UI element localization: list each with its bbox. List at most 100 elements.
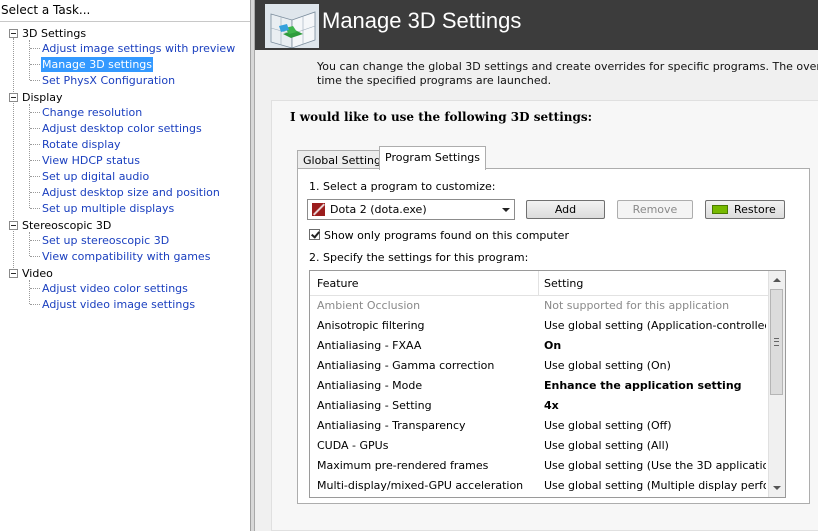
tree-group-3d-settings[interactable]: 3D Settings xyxy=(9,25,86,41)
setting-cell[interactable]: Use global setting (Use the 3D applicati… xyxy=(544,459,766,472)
setting-cell[interactable]: On xyxy=(544,339,766,352)
tree-connector xyxy=(30,192,40,193)
tree-connector xyxy=(30,112,40,113)
tree-item-change-resolution[interactable]: Change resolution xyxy=(41,105,143,120)
show-only-label[interactable]: Show only programs found on this compute… xyxy=(324,229,569,242)
feature-cell: Anisotropic filtering xyxy=(317,319,425,332)
step1-label: 1. Select a program to customize: xyxy=(309,180,496,193)
table-row[interactable]: Antialiasing - Gamma correction Use glob… xyxy=(310,356,768,376)
tree-connector xyxy=(30,160,40,161)
tree-item-hdcp-status[interactable]: View HDCP status xyxy=(41,153,141,168)
tree-item-adjust-image-settings[interactable]: Adjust image settings with preview xyxy=(41,41,236,56)
page-title: Manage 3D Settings xyxy=(322,8,522,33)
add-button[interactable]: Add xyxy=(526,200,605,219)
feature-cell: Antialiasing - Mode xyxy=(317,379,423,392)
tree-connector xyxy=(30,64,40,65)
feature-cell: Antialiasing - FXAA xyxy=(317,339,422,352)
step2-label: 2. Specify the settings for this program… xyxy=(309,251,529,264)
setting-cell[interactable]: Use global setting (Off) xyxy=(544,419,766,432)
tree-connector xyxy=(30,48,40,49)
tree-group-video[interactable]: Video xyxy=(9,265,53,281)
nvidia-icon xyxy=(712,205,728,214)
tree-connector xyxy=(30,176,40,177)
tree-connector xyxy=(29,40,30,80)
tree-item-setup-stereoscopic[interactable]: Set up stereoscopic 3D xyxy=(41,233,170,248)
description-line: time the specified programs are launched… xyxy=(317,74,552,87)
column-divider[interactable] xyxy=(538,271,539,295)
show-only-checkbox[interactable] xyxy=(309,229,320,240)
scroll-up-icon[interactable] xyxy=(773,278,781,282)
page-banner: Manage 3D Settings xyxy=(255,0,818,50)
tree-group-label: Display xyxy=(22,90,63,104)
scroll-down-icon[interactable] xyxy=(773,486,781,490)
table-row[interactable]: Antialiasing - Setting 4x xyxy=(310,396,768,416)
tree-connector xyxy=(30,256,40,257)
setting-cell[interactable]: Use global setting (Application-controll… xyxy=(544,319,766,332)
program-select[interactable]: Dota 2 (dota.exe) xyxy=(307,199,515,220)
feature-cell: Antialiasing - Gamma correction xyxy=(317,359,495,372)
table-row[interactable]: Multi-display/mixed-GPU acceleration Use… xyxy=(310,476,768,496)
tree-item-rotate-display[interactable]: Rotate display xyxy=(41,137,122,152)
table-row[interactable]: Antialiasing - Transparency Use global s… xyxy=(310,416,768,436)
tree-group-display[interactable]: Display xyxy=(9,89,63,105)
setting-cell[interactable]: 4x xyxy=(544,399,766,412)
restore-button[interactable]: Restore xyxy=(705,200,785,219)
tree-item-video-image[interactable]: Adjust video image settings xyxy=(41,297,196,312)
setting-cell[interactable]: Enhance the application setting xyxy=(544,379,766,392)
table-row[interactable]: Ambient Occlusion Not supported for this… xyxy=(310,296,768,316)
feature-cell: Antialiasing - Transparency xyxy=(317,419,466,432)
dota-icon xyxy=(312,203,325,216)
tree-connector xyxy=(30,288,40,289)
tree-item-video-color[interactable]: Adjust video color settings xyxy=(41,281,189,296)
tree-connector xyxy=(29,280,30,304)
feature-cell: CUDA - GPUs xyxy=(317,439,389,452)
table-row[interactable]: Maximum pre-rendered frames Use global s… xyxy=(310,456,768,476)
tree-group-label: Stereoscopic 3D xyxy=(22,218,112,232)
tree-connector xyxy=(29,232,30,256)
tree-connector xyxy=(13,38,14,274)
collapse-icon[interactable] xyxy=(9,28,18,38)
column-header-setting[interactable]: Setting xyxy=(544,277,583,290)
table-row[interactable]: Anisotropic filtering Use global setting… xyxy=(310,316,768,336)
tree-group-label: 3D Settings xyxy=(22,26,87,40)
grid-header: Feature Setting xyxy=(310,271,768,296)
collapse-icon[interactable] xyxy=(9,268,18,278)
tree-item-game-compatibility[interactable]: View compatibility with games xyxy=(41,249,211,264)
program-select-value: Dota 2 (dota.exe) xyxy=(330,203,427,216)
tree-group-label: Video xyxy=(22,266,53,280)
column-header-feature[interactable]: Feature xyxy=(317,277,359,290)
table-row[interactable]: CUDA - GPUs Use global setting (All) xyxy=(310,436,768,456)
chevron-down-icon[interactable] xyxy=(502,208,510,212)
tree-connector xyxy=(30,80,40,81)
restore-button-label: Restore xyxy=(734,203,776,216)
feature-cell: Multi-display/mixed-GPU acceleration xyxy=(317,479,524,492)
tree-group-stereoscopic-3d[interactable]: Stereoscopic 3D xyxy=(9,217,111,233)
tab-program-settings[interactable]: Program Settings xyxy=(379,146,487,170)
scrollbar-thumb[interactable] xyxy=(770,289,783,395)
tree-item-digital-audio[interactable]: Set up digital audio xyxy=(41,169,150,184)
tree-item-physx-configuration[interactable]: Set PhysX Configuration xyxy=(41,73,176,88)
tree-item-multiple-displays[interactable]: Set up multiple displays xyxy=(41,201,175,216)
feature-cell: Antialiasing - Setting xyxy=(317,399,432,412)
tree-connector xyxy=(30,240,40,241)
grip-icon xyxy=(774,338,779,346)
collapse-icon[interactable] xyxy=(9,92,18,102)
page-description: You can change the global 3D settings an… xyxy=(317,60,818,88)
grid-scrollbar[interactable] xyxy=(768,271,785,497)
tree-item-desktop-color[interactable]: Adjust desktop color settings xyxy=(41,121,203,136)
settings-grid: Feature Setting Ambient Occlusion Not su… xyxy=(309,270,786,498)
tree-connector xyxy=(30,128,40,129)
setting-cell: Not supported for this application xyxy=(544,299,730,312)
setting-cell[interactable]: Use global setting (All) xyxy=(544,439,766,452)
tree-item-manage-3d-settings[interactable]: Manage 3D settings xyxy=(41,57,154,72)
table-row[interactable]: Antialiasing - FXAA On xyxy=(310,336,768,356)
tree-connector xyxy=(30,208,40,209)
remove-button[interactable]: Remove xyxy=(617,200,693,219)
setting-cell[interactable]: Use global setting (Multiple display per… xyxy=(544,479,766,492)
tree-item-desktop-size[interactable]: Adjust desktop size and position xyxy=(41,185,221,200)
description-line: You can change the global 3D settings an… xyxy=(317,60,818,73)
setting-cell[interactable]: Use global setting (On) xyxy=(544,359,766,372)
collapse-icon[interactable] xyxy=(9,220,18,230)
table-row[interactable]: Antialiasing - Mode Enhance the applicat… xyxy=(310,376,768,396)
3d-settings-icon xyxy=(265,4,319,48)
